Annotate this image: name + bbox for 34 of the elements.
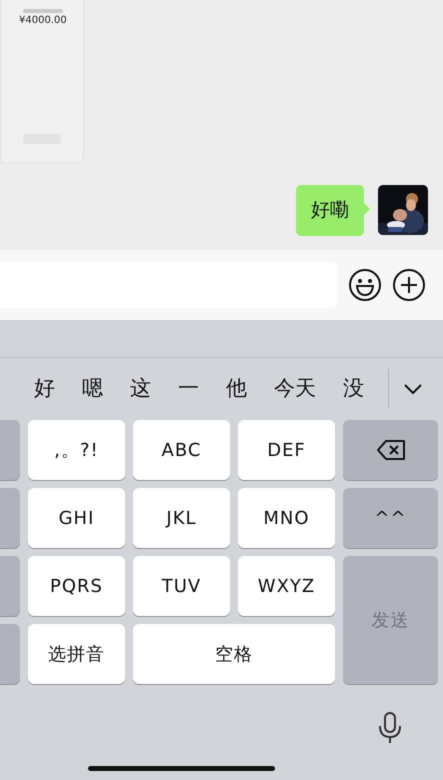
candidate-word[interactable]: 这	[130, 373, 151, 405]
key[interactable]: PQRS	[28, 556, 125, 616]
key[interactable]: ABC	[133, 420, 230, 480]
key[interactable]: JKL	[133, 488, 230, 548]
side-key[interactable]	[0, 556, 20, 616]
transfer-card[interactable]: ¥4000.00	[0, 0, 84, 163]
key[interactable]: MNO	[238, 488, 335, 548]
chevron-down-icon[interactable]	[403, 383, 423, 395]
plus-icon[interactable]	[393, 269, 425, 301]
key[interactable]: WXYZ	[238, 556, 335, 616]
key[interactable]: GHI	[28, 488, 125, 548]
candidate-word[interactable]: 他	[226, 373, 247, 405]
space-key[interactable]: 空格	[133, 624, 335, 684]
key[interactable]: DEF	[238, 420, 335, 480]
side-key[interactable]	[0, 624, 20, 684]
side-key[interactable]	[0, 420, 20, 480]
key[interactable]: ,。?!	[28, 420, 125, 480]
candidate-word[interactable]: 没	[343, 373, 364, 405]
amount-text: ¥4000.00	[19, 14, 67, 28]
candidate-word[interactable]: 今天	[274, 373, 316, 405]
caption-bar	[23, 9, 63, 13]
message-bubble: 好嘞	[296, 185, 364, 236]
bubble-tail	[364, 203, 370, 215]
backspace-icon	[376, 439, 404, 461]
emoji-icon[interactable]	[349, 269, 381, 301]
side-key[interactable]	[0, 488, 20, 548]
key[interactable]: TUV	[133, 556, 230, 616]
candidate-word[interactable]: 好	[34, 373, 55, 405]
candidate-word[interactable]: 一	[178, 373, 199, 405]
key[interactable]: ^^	[343, 488, 438, 548]
backspace-key[interactable]	[343, 420, 438, 480]
candidate-word[interactable]: 嗯	[82, 373, 103, 405]
key[interactable]: 选拼音	[28, 624, 125, 684]
microphone-icon[interactable]	[378, 712, 402, 744]
